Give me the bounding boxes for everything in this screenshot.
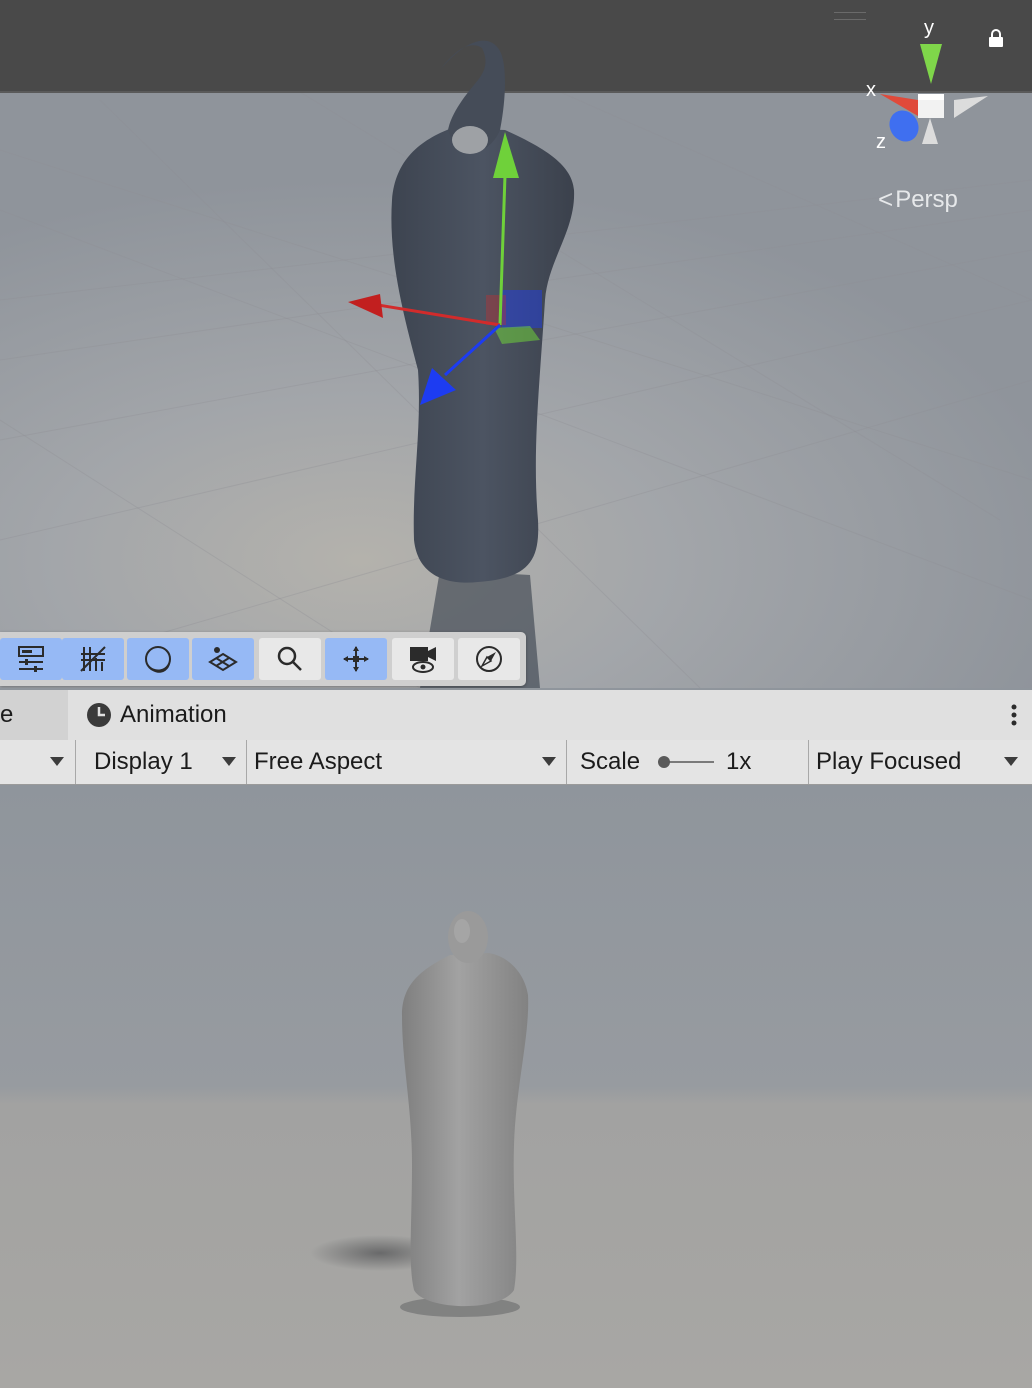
- compass-button[interactable]: [458, 638, 520, 680]
- scale-slider[interactable]: [654, 756, 714, 768]
- game-view-tab-bar: e Animation: [0, 690, 1032, 740]
- scale-label: Scale: [580, 748, 641, 775]
- aspect-label: Free Aspect: [254, 748, 383, 775]
- chevron-down-icon: [1004, 757, 1018, 766]
- game-view[interactable]: [0, 785, 1032, 1388]
- projection-toggle[interactable]: < Persp: [878, 184, 958, 215]
- gizmo-x-label: x: [866, 79, 876, 101]
- scale-value: 1x: [726, 748, 752, 775]
- aspect-dropdown[interactable]: Free Aspect: [254, 740, 564, 784]
- display-dropdown[interactable]: Display 1: [94, 740, 244, 784]
- game-character: [310, 911, 529, 1317]
- gizmo-y-label: y: [924, 17, 934, 39]
- gizmo-z-label: z: [876, 131, 886, 153]
- compass-icon: [476, 646, 502, 672]
- projection-label: Persp: [895, 185, 958, 213]
- scale-slider-knob[interactable]: [658, 756, 670, 768]
- tool-settings-button[interactable]: [0, 638, 62, 680]
- grid-snapping-button[interactable]: [62, 638, 124, 680]
- gizmos-button[interactable]: [325, 638, 387, 680]
- display-label: Display 1: [94, 748, 193, 775]
- gizmos-icon: [343, 646, 369, 672]
- chevron-left-icon: <: [878, 184, 893, 214]
- shading-mode-icon: [145, 646, 171, 673]
- play-mode-dropdown[interactable]: Play Focused: [816, 740, 1030, 784]
- more-options-icon[interactable]: [1006, 702, 1022, 728]
- game-mode-dropdown[interactable]: [0, 740, 74, 784]
- search-icon: [277, 646, 302, 671]
- clock-icon: [87, 703, 111, 727]
- play-mode-label: Play Focused: [816, 748, 962, 775]
- search-button[interactable]: [259, 638, 321, 680]
- chevron-down-icon: [222, 757, 236, 766]
- tool-settings-icon: [18, 646, 44, 672]
- chevron-down-icon: [50, 757, 64, 766]
- tab-game-label: e: [0, 701, 14, 728]
- scene-camera-button[interactable]: [392, 638, 454, 680]
- tab-animation-label: Animation: [120, 701, 227, 728]
- scene-view[interactable]: y x z < Persp: [0, 0, 1032, 688]
- shading-mode-button[interactable]: [127, 638, 189, 680]
- tab-animation[interactable]: Animation: [86, 690, 227, 740]
- tab-game[interactable]: e: [0, 690, 68, 740]
- orientation-gizmo[interactable]: y x z: [858, 14, 998, 154]
- scene-overlay-toolbar: [0, 632, 526, 686]
- grid-visibility-button[interactable]: [192, 638, 254, 680]
- chevron-down-icon: [542, 757, 556, 766]
- game-view-toolbar: Display 1 Free Aspect Scale 1x Play Focu…: [0, 740, 1032, 785]
- grid-visibility-icon: [208, 647, 238, 672]
- grid-snapping-icon: [80, 646, 106, 672]
- scene-camera-icon: [410, 647, 436, 673]
